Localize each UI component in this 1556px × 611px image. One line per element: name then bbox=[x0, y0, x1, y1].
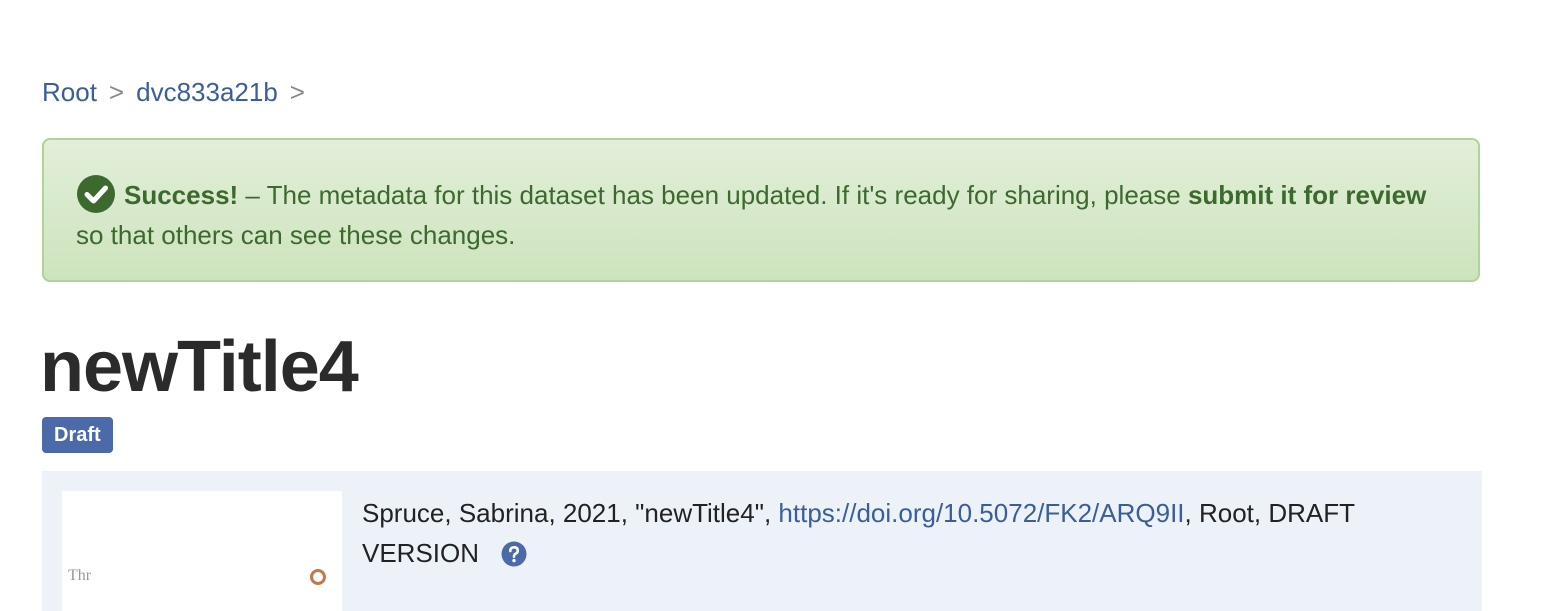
dataset-citation: Spruce, Sabrina, 2021, "newTitle4", http… bbox=[362, 493, 1462, 573]
thumbnail-ring-icon bbox=[310, 569, 326, 585]
question-circle-icon[interactable] bbox=[501, 541, 527, 567]
check-circle-icon bbox=[77, 175, 115, 213]
alert-message-end: so that others can see these changes. bbox=[76, 220, 516, 250]
breadcrumb-separator: > bbox=[289, 77, 305, 107]
submit-for-review-text: submit it for review bbox=[1187, 180, 1427, 210]
thumbnail-text: Thr bbox=[68, 567, 92, 584]
status-badge: Draft bbox=[42, 417, 113, 453]
breadcrumb-separator: > bbox=[108, 77, 125, 107]
breadcrumb-dataverse-link[interactable]: dvc833a21b bbox=[136, 74, 278, 110]
success-alert: Success! – The metadata for this dataset… bbox=[42, 138, 1480, 282]
breadcrumb: Root > dvc833a21b > bbox=[42, 74, 317, 110]
citation-box: Thr Spruce, Sabrina, 2021, "newTitle4", … bbox=[42, 471, 1482, 611]
citation-text: Spruce, Sabrina, 2021, "newTitle4", bbox=[362, 498, 779, 528]
doi-link[interactable]: https://doi.org/10.5072/FK2/ARQ9II bbox=[778, 498, 1184, 528]
dataset-thumbnail: Thr bbox=[62, 491, 342, 611]
dataset-title: newTitle4 bbox=[40, 327, 359, 407]
alert-title: Success! bbox=[124, 180, 239, 210]
alert-message: – The metadata for this dataset has been… bbox=[238, 180, 1188, 210]
breadcrumb-root-link[interactable]: Root bbox=[42, 74, 97, 110]
